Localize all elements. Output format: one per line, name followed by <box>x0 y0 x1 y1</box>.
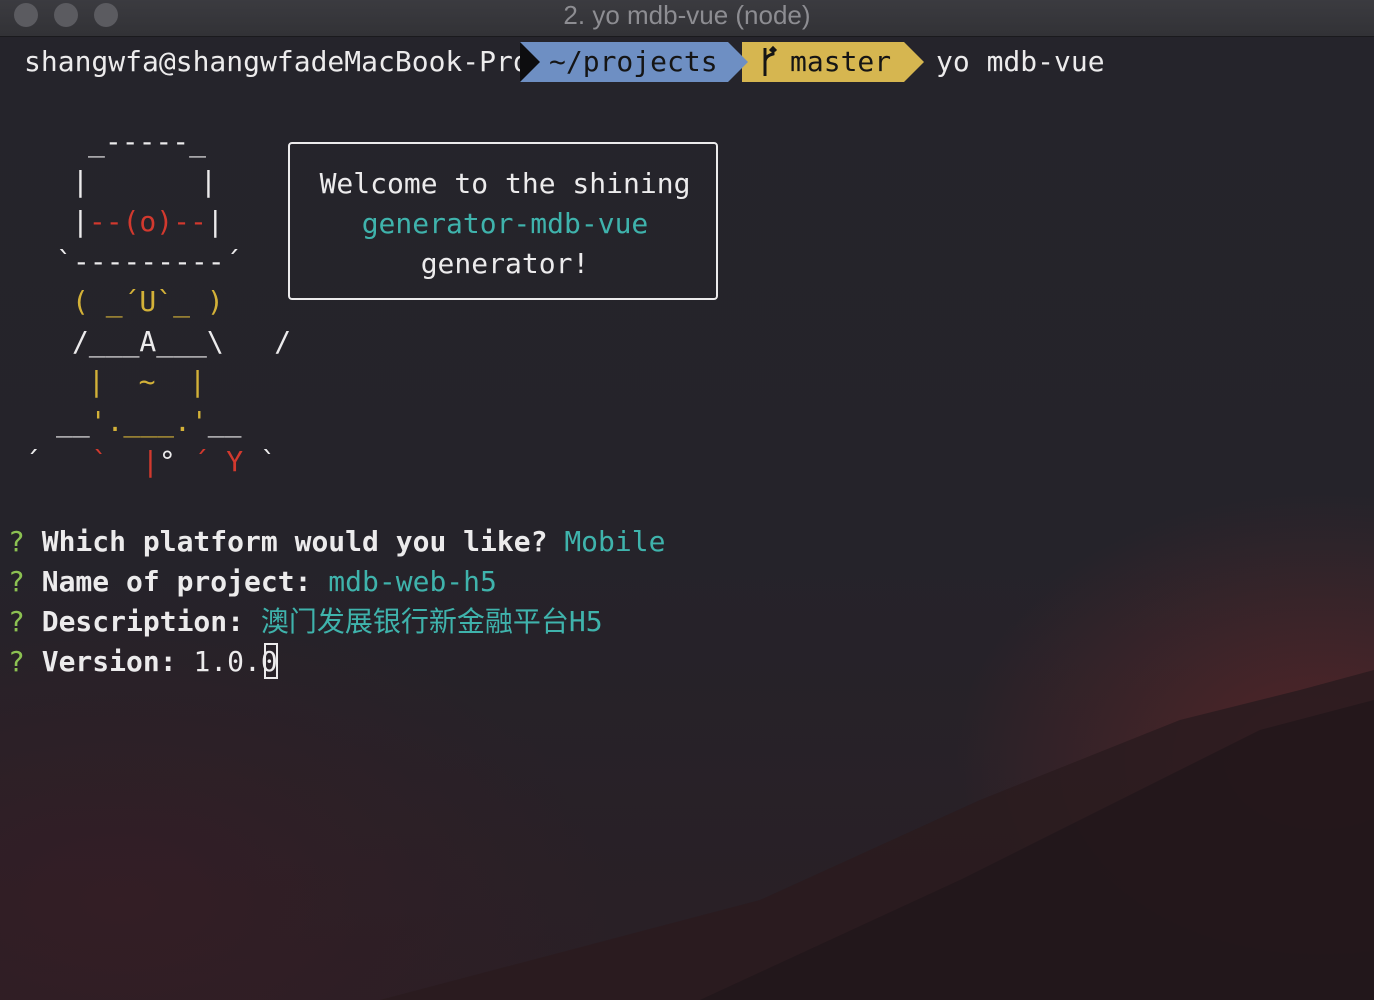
ascii-line: __'.___.'__ <box>56 405 242 438</box>
prompt-branch: master <box>790 45 892 78</box>
segment-separator-arrow <box>904 42 924 82</box>
prompt-user-host: shangwfa@shangwfadeMacBook-Pro <box>24 45 530 78</box>
segment-separator-arrow <box>728 42 748 82</box>
question-line: ? Description: 澳门发展银行新金融平台H5 <box>8 605 603 638</box>
welcome-line: generator! <box>420 247 590 280</box>
ascii-line: ´ ` |° ´ Y ` <box>24 445 277 478</box>
ascii-line: `---------´ <box>56 245 242 278</box>
git-branch-icon <box>763 46 778 76</box>
shell-prompt: shangwfa@shangwfadeMacBook-Pro ~/project… <box>0 42 1374 82</box>
window-title: 2. yo mdb-vue (node) <box>563 0 811 30</box>
segment-separator-arrow <box>520 42 540 82</box>
prompt-path: ~/projects <box>549 45 718 78</box>
ascii-line: | <box>72 165 89 198</box>
welcome-message-box: Welcome to the shining generator-mdb-vue… <box>288 142 718 300</box>
question-line: ? Which platform would you like? Mobile <box>8 525 666 558</box>
question-line: ? Version: 1.0.0 <box>8 645 278 678</box>
ascii-line: | ~ | <box>88 365 207 398</box>
terminal-cursor <box>264 643 278 679</box>
generator-name: generator-mdb-vue <box>361 207 649 240</box>
question-line: ? Name of project: mdb-web-h5 <box>8 565 497 598</box>
prompt-command: yo mdb-vue <box>936 45 1105 78</box>
ascii-line: ( _´U`_ ) <box>72 285 224 318</box>
window-titlebar: 2. yo mdb-vue (node) <box>0 0 1374 37</box>
ascii-line: | <box>200 165 217 198</box>
welcome-line: Welcome to the shining <box>319 167 691 200</box>
ascii-line: /___A___\ / <box>72 325 292 358</box>
ascii-line: |--(o)--| <box>72 205 224 238</box>
ascii-line: _-----_ <box>88 125 207 158</box>
